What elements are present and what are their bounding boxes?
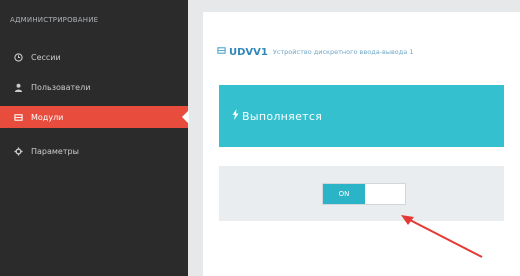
module-title: UDVV1 Устройство дискретного ввода-вывод… [217,46,413,58]
sidebar-item-parameters[interactable]: Параметры [0,140,188,162]
gear-icon [12,145,24,157]
sidebar-section-title: АДМИНИСТРИРОВАНИЕ [10,16,99,24]
module-icon [12,111,24,123]
sidebar-item-label: Параметры [31,146,79,156]
toggle-on-label: ON [323,184,365,204]
on-off-toggle[interactable]: ON [322,183,406,205]
annotation-arrow-icon [401,215,483,258]
sidebar: АДМИНИСТРИРОВАНИЕ Сессии Пользователи Мо… [0,0,189,276]
bolt-icon [232,109,239,123]
sidebar-item-label: Сессии [31,52,61,62]
module-icon [217,46,226,58]
clock-icon [12,51,24,63]
toggle-off-side [365,184,405,204]
status-text: Выполняется [242,109,323,123]
sidebar-item-users[interactable]: Пользователи [0,76,188,98]
active-indicator [182,110,189,124]
status-banner: Выполняется [219,85,504,147]
sidebar-item-sessions[interactable]: Сессии [0,46,188,68]
sidebar-item-modules[interactable]: Модули [0,106,189,128]
user-icon [12,81,24,93]
sidebar-item-label: Модули [31,112,64,122]
sidebar-item-label: Пользователи [31,82,91,92]
module-description: Устройство дискретного ввода-вывода 1 [272,48,414,56]
module-name: UDVV1 [229,46,268,58]
